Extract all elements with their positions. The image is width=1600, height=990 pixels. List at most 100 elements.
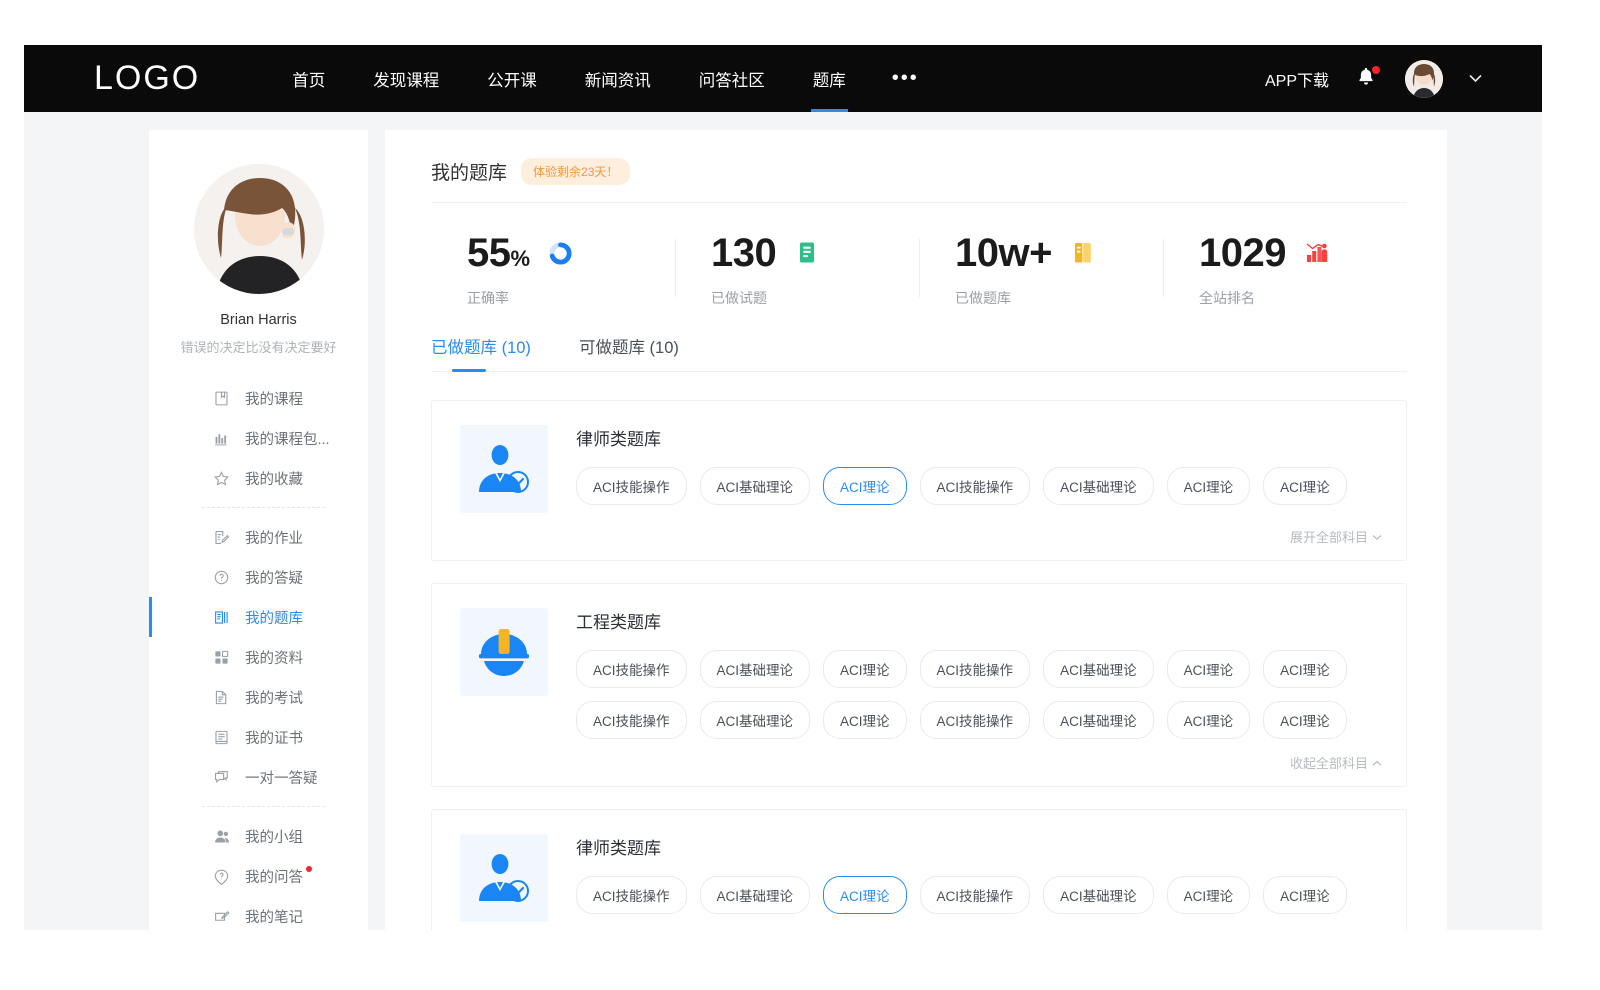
subject-tag[interactable]: ACI理论 [1263, 467, 1347, 505]
avatar[interactable] [1405, 60, 1443, 98]
subject-tag[interactable]: ACI基础理论 [1043, 650, 1154, 688]
exam-icon [212, 688, 231, 707]
subject-tag[interactable]: ACI理论 [1263, 650, 1347, 688]
subject-tag[interactable]: ACI理论 [823, 650, 907, 688]
tag-row: ACI技能操作 ACI基础理论 ACI理论 ACI技能操作 ACI基础理论 ACI理论 AC… [576, 650, 1382, 688]
main-panel: 我的题库 体验剩余23天！ 55%正确率130已做试题10w+已做题库1029全… [385, 130, 1447, 930]
status-badge: 体验剩余23天！ [521, 158, 630, 185]
subject-tag[interactable]: ACI理论 [823, 701, 907, 739]
orange-book-icon [1070, 240, 1096, 266]
chevron-up-icon [1372, 755, 1382, 770]
tab-0[interactable]: 已做题库 (10) [431, 334, 531, 371]
nav-link-0[interactable]: 首页 [268, 45, 349, 112]
expand-subjects-link[interactable]: 收起全部科目 [1290, 753, 1382, 772]
sidebar-item-1[interactable]: 我的课程包... [149, 418, 368, 458]
bank-card-body: 工程类题库ACI技能操作ACI基础理论ACI理论ACI技能操作ACI基础理论AC… [576, 608, 1382, 739]
tab-1[interactable]: 可做题库 (10) [579, 334, 679, 371]
bars-icon [212, 429, 231, 448]
question-circle-icon [212, 568, 231, 587]
menu-divider [202, 507, 325, 508]
subject-tag[interactable]: ACI理论 [1167, 701, 1251, 739]
sidebar-item-0[interactable]: 我的课程 [149, 378, 368, 418]
sidebar-item-label: 我的资料 [245, 647, 303, 668]
nav-link-4[interactable]: 问答社区 [675, 45, 789, 112]
sidebar-item-label: 我的笔记 [245, 906, 303, 927]
sidebar-item-label: 我的作业 [245, 527, 303, 548]
sidebar-item-9[interactable]: 一对一答疑 [149, 757, 368, 797]
site-logo[interactable]: LOGO [94, 59, 200, 98]
profile-avatar[interactable] [194, 164, 324, 294]
subject-tag[interactable]: ACI基础理论 [1043, 701, 1154, 739]
sidebar-item-10[interactable]: 我的小组 [149, 816, 368, 856]
nav-link-1[interactable]: 发现课程 [349, 45, 463, 112]
subject-tag[interactable]: ACI技能操作 [920, 467, 1031, 505]
sidebar-item-4[interactable]: 我的答疑 [149, 557, 368, 597]
nav-link-3[interactable]: 新闻资讯 [561, 45, 675, 112]
subject-tag[interactable]: ACI基础理论 [700, 701, 811, 739]
sidebar-item-8[interactable]: 我的证书 [149, 717, 368, 757]
expand-subjects-link[interactable]: 展开全部科目 [1290, 527, 1382, 546]
page-header: 我的题库 体验剩余23天！ [431, 158, 1407, 203]
subject-tag[interactable]: ACI基础理论 [700, 650, 811, 688]
subject-tag[interactable]: ACI技能操作 [920, 876, 1031, 914]
menu-divider [202, 806, 325, 807]
subject-tag[interactable]: ACI基础理论 [700, 467, 811, 505]
subject-tag[interactable]: ACI理论 [823, 467, 907, 505]
stat-card-2: 10w+已做题库 [919, 233, 1163, 308]
sidebar-item-3[interactable]: 我的作业 [149, 517, 368, 557]
stat-label: 已做题库 [955, 288, 1163, 308]
bank-card-top: 律师类题库ACI技能操作ACI基础理论ACI理论ACI技能操作ACI基础理论AC… [460, 834, 1382, 922]
subject-tag[interactable]: ACI理论 [823, 876, 907, 914]
qa-icon [212, 867, 231, 886]
subject-tag[interactable]: ACI技能操作 [920, 650, 1031, 688]
subject-tag[interactable]: ACI技能操作 [920, 701, 1031, 739]
stat-card-0: 55%正确率 [431, 233, 675, 308]
left-sidebar: Brian Harris 错误的决定比没有决定要好 我的课程我的课程包...我的… [149, 130, 368, 930]
expand-subjects-label: 收起全部科目 [1290, 753, 1368, 772]
sidebar-item-5[interactable]: 我的题库 [149, 597, 368, 637]
stat-label: 已做试题 [711, 288, 919, 308]
chevron-down-icon[interactable] [1469, 71, 1482, 86]
subject-tag[interactable]: ACI理论 [1263, 701, 1347, 739]
stat-value: 55% [467, 233, 530, 273]
navbar-right: APP下载 [1265, 60, 1482, 98]
sidebar-user-name: Brian Harris [149, 312, 368, 328]
bank-card-footer: 展开全部科目 [460, 527, 1382, 546]
subject-tag[interactable]: ACI基础理论 [700, 876, 811, 914]
sidebar-item-12[interactable]: 我的笔记 [149, 896, 368, 930]
nav-link-5[interactable]: 题库 [789, 45, 870, 112]
nav-link-2[interactable]: 公开课 [463, 45, 561, 112]
subject-tag[interactable]: ACI基础理论 [1043, 467, 1154, 505]
notification-bell-button[interactable] [1355, 66, 1379, 92]
subject-tag[interactable]: ACI基础理论 [1043, 876, 1154, 914]
bank-card-body: 律师类题库ACI技能操作ACI基础理论ACI理论ACI技能操作ACI基础理论AC… [576, 425, 1382, 513]
tab-bar: 已做题库 (10) 可做题库 (10) [431, 334, 1407, 372]
subject-tag[interactable]: ACI理论 [1263, 876, 1347, 914]
bank-card: 律师类题库ACI技能操作ACI基础理论ACI理论ACI技能操作ACI基础理论AC… [431, 400, 1407, 561]
subject-tag[interactable]: ACI理论 [1167, 467, 1251, 505]
app-download-link[interactable]: APP下载 [1265, 67, 1329, 91]
tag-rows: ACI技能操作 ACI基础理论 ACI理论 ACI技能操作 ACI基础理论 ACI理论 AC… [576, 876, 1382, 914]
subject-tag[interactable]: ACI理论 [1167, 876, 1251, 914]
question-bank-icon [212, 608, 231, 627]
sidebar-item-label: 我的课程 [245, 388, 303, 409]
note-icon [212, 907, 231, 926]
subject-tag[interactable]: ACI理论 [1167, 650, 1251, 688]
subject-tag[interactable]: ACI技能操作 [576, 876, 687, 914]
stat-value-row: 1029 [1199, 233, 1407, 273]
sidebar-item-11[interactable]: 我的问答 [149, 856, 368, 896]
more-nav-icon[interactable]: ••• [870, 45, 941, 112]
stat-card-1: 130已做试题 [675, 233, 919, 308]
tag-rows: ACI技能操作 ACI基础理论 ACI理论 ACI技能操作 ACI基础理论 ACI理论 AC… [576, 467, 1382, 505]
subject-tag[interactable]: ACI技能操作 [576, 650, 687, 688]
sidebar-item-7[interactable]: 我的考试 [149, 677, 368, 717]
content-area: Brian Harris 错误的决定比没有决定要好 我的课程我的课程包...我的… [24, 112, 1542, 930]
subject-tag[interactable]: ACI技能操作 [576, 701, 687, 739]
green-doc-icon [794, 240, 820, 266]
sidebar-item-2[interactable]: 我的收藏 [149, 458, 368, 498]
bank-card: 工程类题库ACI技能操作ACI基础理论ACI理论ACI技能操作ACI基础理论AC… [431, 583, 1407, 787]
sidebar-item-label: 我的题库 [245, 607, 303, 628]
sidebar-item-label: 我的答疑 [245, 567, 303, 588]
sidebar-item-6[interactable]: 我的资料 [149, 637, 368, 677]
subject-tag[interactable]: ACI技能操作 [576, 467, 687, 505]
